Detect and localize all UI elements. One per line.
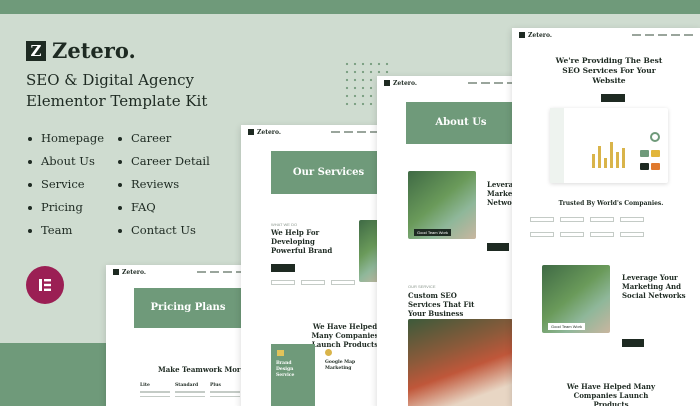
preview-heading: Make Teamwork More Productive (158, 365, 252, 374)
preview-banner: About Us (406, 102, 516, 144)
trusted-logos (530, 217, 644, 222)
page-item: Homepage (28, 127, 104, 150)
hero-cta-button (601, 94, 625, 102)
mini-logo-mark (248, 129, 254, 135)
preview-heading-2: We Have Helped Many Companies Launch Pro… (311, 322, 379, 349)
preview-photo-2 (408, 319, 513, 406)
about-page-preview: Zetero. About Us Good Team Work Leverage… (377, 76, 523, 406)
preview-nav (197, 271, 245, 273)
plan-title: Lite (140, 383, 150, 388)
page-list-left: Homepage About Us Service Pricing Team (28, 127, 104, 242)
service-box-2: Google Map Marketing (325, 349, 365, 372)
preview-nav (468, 82, 516, 84)
plan-card: Lite (140, 383, 170, 400)
service-box-title: Brand Design Service (276, 361, 295, 378)
page-item: Career (118, 127, 210, 150)
brand-name: Zetero. (52, 38, 136, 63)
photo-tag: Good Team Work (414, 229, 451, 236)
page-item: Service (28, 173, 104, 196)
preview-nav (632, 34, 693, 36)
elementor-logo-icon (26, 266, 64, 304)
service-box-title: Google Map Marketing (325, 360, 356, 371)
preview-photo: Good Team Work (542, 265, 610, 333)
preview-brand: Zetero. (393, 79, 417, 87)
page-item: FAQ (118, 196, 210, 219)
top-accent-strip (0, 0, 700, 14)
dashboard-mockup (550, 108, 668, 183)
trusted-logos (530, 232, 644, 237)
preview-header: Zetero. (512, 28, 700, 42)
preview-banner: Our Services (271, 151, 386, 194)
leverage-heading: Leverage Your Marketing And Social Netwo… (622, 273, 686, 300)
plan-card: Standard (175, 383, 205, 400)
homepage-preview: Zetero. We're Providing The Best SEO Ser… (512, 28, 700, 406)
pricing-page-preview: Zetero. Pricing Plans Make Teamwork More… (106, 265, 252, 406)
plan-title: Standard (175, 383, 199, 388)
chart-bars (592, 138, 632, 168)
mini-logo-mark (384, 80, 390, 86)
preview-photo: Good Team Work (408, 171, 476, 239)
preview-cta-button (487, 243, 509, 251)
page-item: Contact Us (118, 219, 210, 242)
kit-headline: SEO & Digital Agency Elementor Template … (26, 71, 208, 110)
hero-heading: We're Providing The Best SEO Services Fo… (555, 56, 663, 85)
page-item: Team (28, 219, 104, 242)
preview-banner: Pricing Plans (134, 288, 242, 328)
plan-card: Plus (210, 383, 240, 400)
preview-header: Zetero. (241, 125, 386, 139)
mini-logo-mark (113, 269, 119, 275)
preview-heading: We Help For Developing Powerful Brand (271, 228, 333, 255)
plan-title: Plus (210, 383, 221, 388)
logo-mark: Z (26, 40, 46, 61)
preview-header: Zetero. (377, 76, 523, 90)
page-item: Career Detail (118, 150, 210, 173)
trusted-heading: Trusted By World's Companies. (558, 200, 664, 207)
bottom-heading: We Have Helped Many Companies Launch Pro… (566, 382, 656, 406)
preview-nav (331, 131, 379, 133)
preview-brand: Zetero. (122, 268, 146, 276)
page-item: Pricing (28, 196, 104, 219)
services-page-preview: Zetero. Our Services WHAT WE DO We Help … (241, 125, 386, 406)
preview-cta-button (622, 339, 644, 347)
preview-header: Zetero. (106, 265, 252, 279)
preview-logos (271, 280, 355, 285)
page-item: Reviews (118, 173, 210, 196)
service-box: Brand Design Service (271, 344, 315, 406)
preview-brand: Zetero. (257, 128, 281, 136)
preview-cta-button (271, 264, 295, 272)
photo-tag: Good Team Work (548, 323, 585, 330)
preview-brand: Zetero. (528, 31, 552, 39)
page-item: About Us (28, 150, 104, 173)
mini-logo-mark (519, 32, 525, 38)
brand-logo: Z Zetero. (26, 38, 136, 63)
page-list-right: Career Career Detail Reviews FAQ Contact… (118, 127, 210, 242)
